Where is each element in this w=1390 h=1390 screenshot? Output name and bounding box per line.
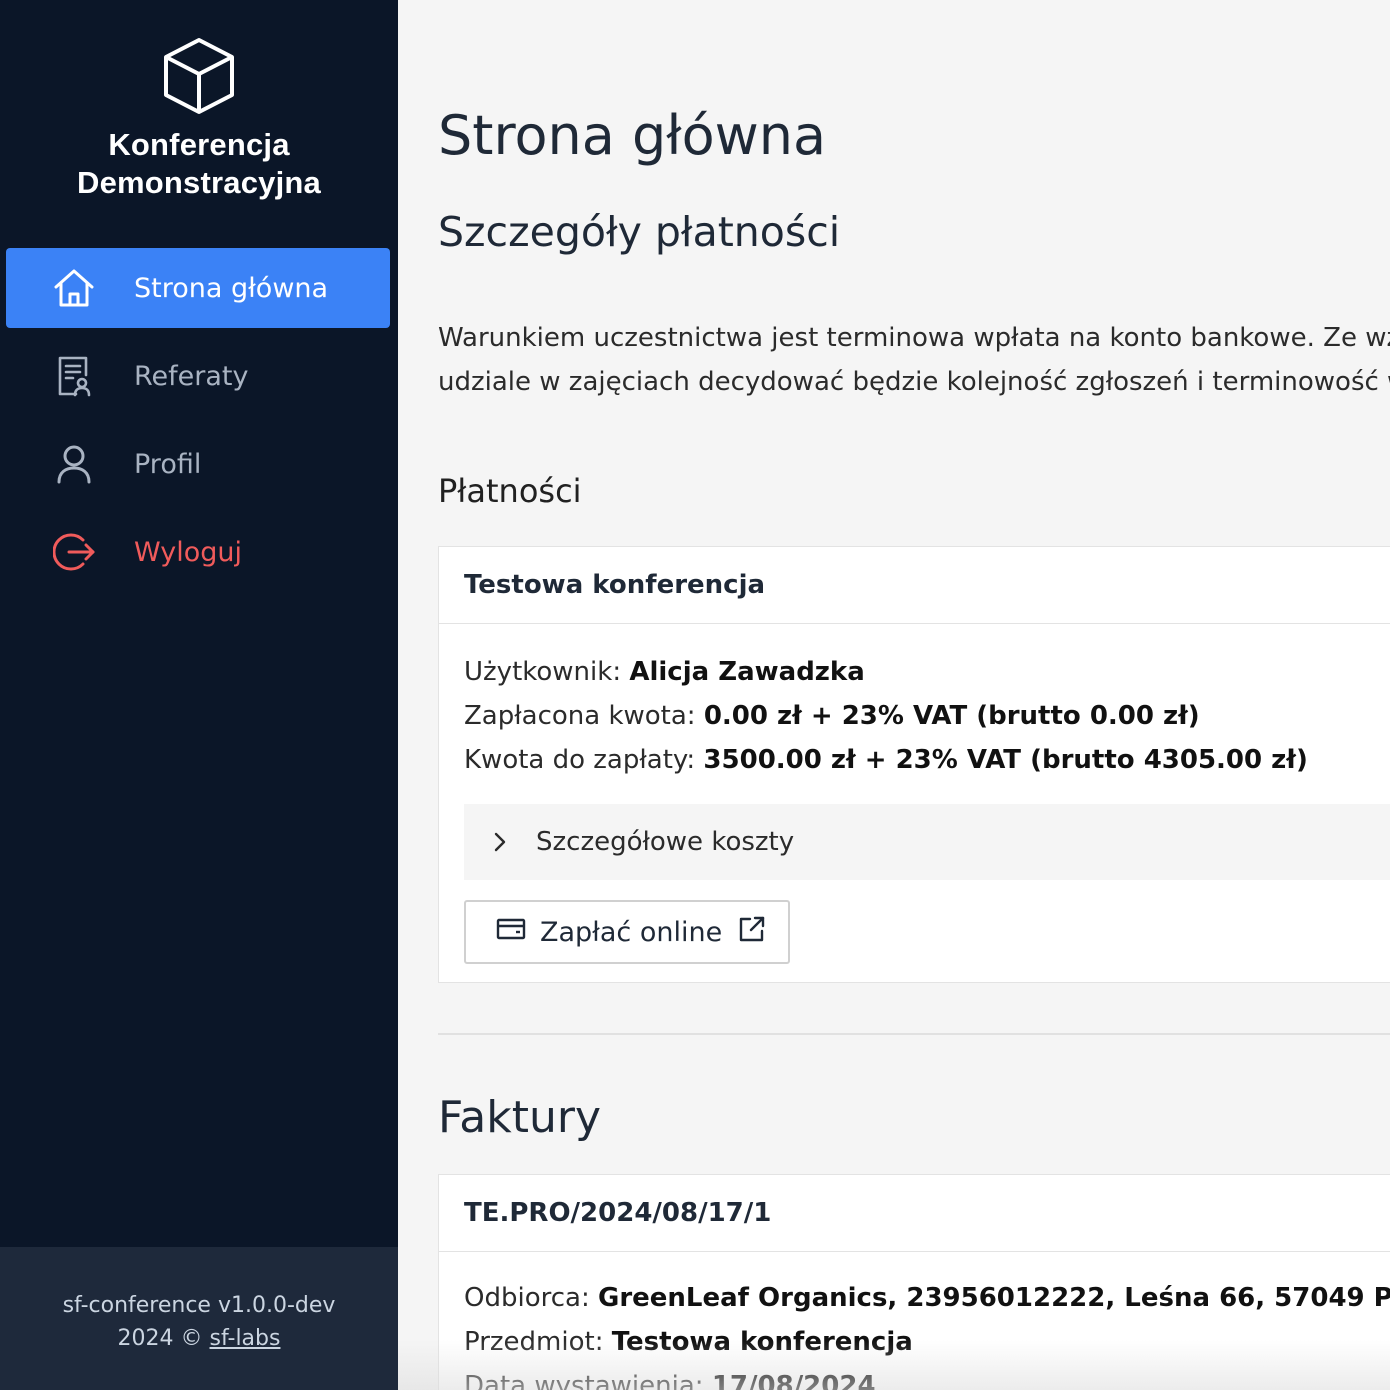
section-title: Szczegóły płatności <box>438 208 841 256</box>
copyright-year: 2024 © <box>117 1326 203 1351</box>
brand-name: Konferencja Demonstracyjna <box>0 126 398 202</box>
issue-date-value: 17/08/2024 <box>711 1371 876 1390</box>
intro-line-1: Warunkiem uczestnictwa jest terminowa wp… <box>438 323 1390 353</box>
sidebar-item-label: Wyloguj <box>134 536 242 568</box>
main-content: Strona główna Szczegóły płatności Warunk… <box>438 0 1390 1390</box>
intro-line-2: udziale w zajęciach decydować będzie kol… <box>438 367 1390 397</box>
recipient-row: Odbiorca: GreenLeaf Organics, 2395601222… <box>464 1276 1390 1320</box>
invoices-title: Faktury <box>438 1092 601 1143</box>
wallet-icon <box>496 917 526 948</box>
sidebar-item-profile[interactable]: Profil <box>6 424 390 504</box>
invoice-number: TE.PRO/2024/08/17/1 <box>439 1175 1390 1252</box>
sidebar-item-label: Profil <box>134 448 202 480</box>
subject-value: Testowa konferencja <box>611 1327 913 1357</box>
pay-online-button[interactable]: Zapłać online <box>464 900 790 964</box>
copyright: 2024 © sf-labs <box>0 1322 398 1355</box>
due-amount-row: Kwota do zapłaty: 3500.00 zł + 23% VAT (… <box>464 738 1390 782</box>
sidebar-item-label: Strona główna <box>134 272 329 304</box>
invoice-card-body: Odbiorca: GreenLeaf Organics, 2395601222… <box>439 1252 1390 1390</box>
brand-line-1: Konferencja <box>108 127 290 162</box>
home-icon <box>52 266 96 310</box>
subject-label: Przedmiot: <box>464 1327 604 1357</box>
cube-logo-icon <box>164 38 234 114</box>
due-label: Kwota do zapłaty: <box>464 745 696 775</box>
logout-icon <box>52 530 96 574</box>
chevron-right-icon <box>464 831 536 853</box>
user-row: Użytkownik: Alicja Zawadzka <box>464 650 1390 694</box>
payment-card-body: Użytkownik: Alicja Zawadzka Zapłacona kw… <box>439 624 1390 988</box>
detailed-costs-label: Szczegółowe koszty <box>536 827 795 857</box>
issue-date-label: Data wystawienia: <box>464 1371 704 1390</box>
payment-card-title: Testowa konferencja <box>439 547 1390 624</box>
detailed-costs-toggle[interactable]: Szczegółowe koszty <box>464 804 1390 880</box>
page-title: Strona główna <box>438 104 827 167</box>
brand-line-2: Demonstracyjna <box>76 165 321 200</box>
recipient-label: Odbiorca: <box>464 1283 590 1313</box>
intro-text: Warunkiem uczestnictwa jest terminowa wp… <box>438 316 1390 404</box>
paid-label: Zapłacona kwota: <box>464 701 696 731</box>
paid-amount-row: Zapłacona kwota: 0.00 zł + 23% VAT (brut… <box>464 694 1390 738</box>
payment-card: Testowa konferencja Użytkownik: Alicja Z… <box>438 546 1390 983</box>
issue-date-row: Data wystawienia: 17/08/2024 <box>464 1364 1390 1390</box>
brand[interactable]: Konferencja Demonstracyjna <box>0 36 398 202</box>
subject-row: Przedmiot: Testowa konferencja <box>464 1320 1390 1364</box>
sidebar-item-home[interactable]: Strona główna <box>6 248 390 328</box>
external-link-icon <box>738 915 766 950</box>
sidebar-footer: sf-conference v1.0.0-dev 2024 © sf-labs <box>0 1247 398 1390</box>
section-divider <box>438 1033 1390 1035</box>
user-icon <box>52 442 96 486</box>
invoice-card: TE.PRO/2024/08/17/1 Odbiorca: GreenLeaf … <box>438 1174 1390 1390</box>
recipient-value: GreenLeaf Organics, 23956012222, Leśna 6… <box>597 1283 1390 1313</box>
sidebar-item-label: Referaty <box>134 360 249 392</box>
payments-title: Płatności <box>438 472 582 510</box>
app-version: sf-conference v1.0.0-dev <box>62 1293 336 1318</box>
papers-icon <box>52 354 96 398</box>
sidebar: Konferencja Demonstracyjna Strona główna <box>0 0 398 1390</box>
user-value: Alicja Zawadzka <box>629 657 865 687</box>
due-value: 3500.00 zł + 23% VAT (brutto 4305.00 zł) <box>703 745 1308 775</box>
pay-online-label: Zapłać online <box>540 916 723 948</box>
paid-value: 0.00 zł + 23% VAT (brutto 0.00 zł) <box>703 701 1200 731</box>
sidebar-item-papers[interactable]: Referaty <box>6 336 390 416</box>
sidebar-item-logout[interactable]: Wyloguj <box>6 512 390 592</box>
user-label: Użytkownik: <box>464 657 622 687</box>
sidebar-nav: Strona główna Referaty Profil Wyloguj <box>6 248 390 600</box>
sf-labs-link[interactable]: sf-labs <box>210 1326 281 1351</box>
